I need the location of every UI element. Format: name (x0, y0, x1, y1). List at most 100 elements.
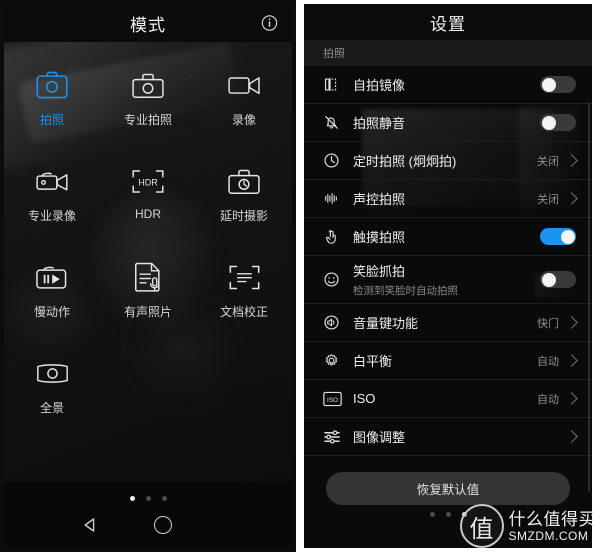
setting-row-timer[interactable]: 定时拍照 (炯炯拍) 关闭 (304, 142, 592, 180)
settings-screen-panel: 设置 拍照 自拍镜像 拍照静音 定时拍照 (炯炯拍) 关闭 声控拍照 关闭 触摸… (296, 0, 600, 552)
sliders-icon (323, 429, 353, 445)
setting-label-wrap: 声控拍照 (353, 189, 537, 208)
mode-item-timelapse[interactable]: 延时摄影 (196, 156, 292, 242)
chevron-right-icon[interactable] (565, 430, 578, 443)
chevron-right-icon[interactable] (565, 192, 578, 205)
watermark-cn: 什么值得买 (508, 509, 596, 529)
mode-item-document-correction[interactable]: 文档校正 (196, 252, 292, 338)
toggle-knob (541, 115, 556, 130)
vertical-scrollbar[interactable] (588, 102, 590, 492)
white-balance-sun-icon (323, 352, 353, 369)
setting-label-wrap: 笑脸抓拍 检测到笑脸时自动拍照 (353, 261, 540, 298)
svg-text:HDR: HDR (138, 177, 158, 187)
sound-wave-icon (323, 190, 353, 207)
volume-speaker-icon (323, 314, 353, 331)
setting-label-wrap: 自拍镜像 (353, 75, 540, 94)
toggle-smile-capture[interactable] (540, 271, 576, 288)
setting-row-white-balance[interactable]: 白平衡 自动 (304, 342, 592, 380)
setting-value: 关闭 (537, 155, 559, 168)
setting-label: 拍照静音 (353, 116, 406, 131)
setting-row-shutter-mute[interactable]: 拍照静音 (304, 104, 592, 142)
setting-value: 自动 (537, 355, 559, 368)
mode-item-label: 延时摄影 (219, 209, 268, 223)
panorama-icon (36, 354, 69, 392)
mode-item-pro-photo[interactable]: 专业拍照 (100, 60, 196, 146)
pro-video-camera-icon (35, 162, 69, 200)
page-dot-3[interactable] (161, 496, 167, 501)
setting-label: 触摸拍照 (353, 230, 406, 245)
settings-list: 自拍镜像 拍照静音 定时拍照 (炯炯拍) 关闭 声控拍照 关闭 触摸拍照 笑脸抓… (304, 66, 592, 456)
setting-row-touch-capture[interactable]: 触摸拍照 (304, 218, 592, 256)
mode-item-label: 文档校正 (219, 305, 268, 319)
setting-row-smile-capture[interactable]: 笑脸抓拍 检测到笑脸时自动拍照 (304, 256, 592, 304)
watermark-text: 什么值得买 SMZDM.COM (509, 510, 597, 543)
screenshot-root: 模式 拍照 专业拍照 录像 专业录像 HDR HDR 延时摄影 慢动作 有声照片… (0, 0, 600, 552)
toggle-shutter-mute[interactable] (540, 114, 576, 131)
iso-box-icon: ISO (323, 391, 353, 407)
setting-label-wrap: 图像调整 (353, 427, 559, 446)
home-circle-icon[interactable] (154, 516, 172, 534)
mode-item-slow-motion[interactable]: 慢动作 (4, 252, 100, 338)
setting-label-wrap: 白平衡 (353, 351, 537, 370)
svg-text:ISO: ISO (327, 397, 338, 404)
reset-defaults-button[interactable]: 恢复默认值 (326, 472, 570, 505)
setting-row-selfie-mirror[interactable]: 自拍镜像 (304, 66, 592, 104)
chevron-right-icon[interactable] (565, 154, 578, 167)
setting-row-image-adjust[interactable]: 图像调整 (304, 418, 592, 456)
setting-label: 白平衡 (353, 354, 393, 369)
setting-row-volume-key[interactable]: 音量键功能 快门 (304, 304, 592, 342)
reset-section: 恢复默认值 (304, 456, 592, 505)
smiley-face-icon (323, 271, 353, 288)
setting-label-wrap: ISO (353, 391, 537, 406)
smzdm-seal-icon: 值 (459, 504, 504, 548)
mode-item-label: 拍照 (39, 113, 64, 127)
watermark: 值 什么值得买 SMZDM.COM (459, 504, 597, 548)
mode-item-label: 专业录像 (27, 209, 76, 223)
setting-row-iso[interactable]: ISO ISO 自动 (304, 380, 592, 418)
setting-row-voice-control[interactable]: 声控拍照 关闭 (304, 180, 592, 218)
mode-item-audio-photo[interactable]: 有声照片 (100, 252, 196, 338)
mode-item-video[interactable]: 录像 (196, 60, 292, 146)
mode-screen-panel: 模式 拍照 专业拍照 录像 专业录像 HDR HDR 延时摄影 慢动作 有声照片… (0, 0, 296, 552)
mode-item-label: 慢动作 (33, 305, 70, 319)
back-triangle-icon[interactable] (82, 517, 98, 533)
setting-label: 自拍镜像 (353, 78, 406, 93)
mode-header: 模式 (4, 4, 292, 42)
toggle-knob (560, 229, 575, 244)
page-dot-1[interactable] (429, 512, 435, 517)
settings-screen-inner: 设置 拍照 自拍镜像 拍照静音 定时拍照 (炯炯拍) 关闭 声控拍照 关闭 触摸… (304, 4, 592, 548)
settings-header: 设置 (304, 4, 592, 40)
page-dot-2[interactable] (145, 496, 151, 501)
mode-item-hdr[interactable]: HDR HDR (100, 156, 196, 242)
photo-camera-icon (36, 66, 68, 104)
toggle-selfie-mirror[interactable] (540, 76, 576, 93)
info-circle-icon[interactable] (261, 15, 278, 32)
clock-icon (323, 152, 353, 169)
page-dot-1[interactable] (129, 496, 135, 501)
settings-title: 设置 (430, 14, 466, 34)
mode-item-panorama[interactable]: 全景 (4, 348, 100, 434)
mode-grid-area: 拍照 专业拍照 录像 专业录像 HDR HDR 延时摄影 慢动作 有声照片 文档… (4, 42, 292, 482)
page-dot-2[interactable] (445, 512, 451, 517)
pro-photo-camera-icon (132, 66, 164, 104)
document-correction-icon (229, 258, 260, 296)
page-title: 模式 (130, 15, 166, 35)
setting-label-wrap: 拍照静音 (353, 113, 540, 132)
mode-item-label: 有声照片 (123, 305, 172, 319)
setting-label: 声控拍照 (353, 192, 406, 207)
setting-value: 快门 (537, 317, 559, 330)
mode-item-label: 专业拍照 (123, 113, 172, 127)
mode-item-pro-video[interactable]: 专业录像 (4, 156, 100, 242)
toggle-knob (541, 272, 556, 287)
section-header-photo: 拍照 (304, 40, 592, 66)
chevron-right-icon[interactable] (565, 392, 578, 405)
chevron-right-icon[interactable] (565, 316, 578, 329)
mode-item-label: 全景 (39, 401, 64, 415)
android-navbar (4, 510, 292, 540)
setting-sublabel: 检测到笑脸时自动拍照 (353, 285, 458, 297)
mode-item-photo[interactable]: 拍照 (4, 60, 100, 146)
setting-label-wrap: 音量键功能 (353, 313, 537, 332)
chevron-right-icon[interactable] (565, 354, 578, 367)
mode-item-label: HDR (135, 207, 161, 221)
toggle-touch-capture[interactable] (540, 228, 576, 245)
